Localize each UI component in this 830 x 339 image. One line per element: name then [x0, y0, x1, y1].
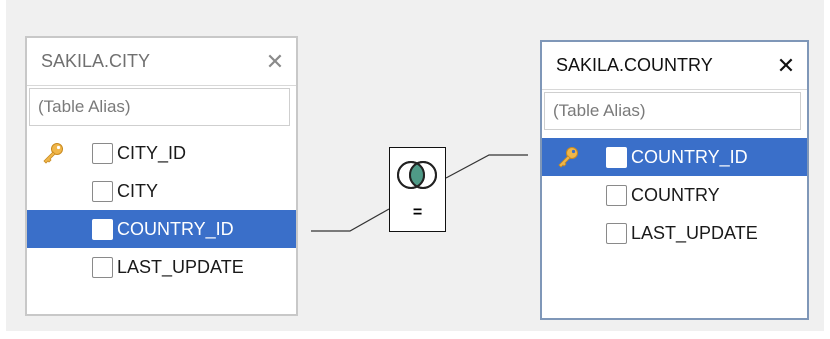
column-checkbox[interactable]	[606, 184, 627, 206]
column-checkbox[interactable]	[92, 256, 113, 278]
column-row-country-id[interactable]: COUNTRY_ID	[542, 138, 807, 176]
primary-key-icon	[43, 143, 63, 164]
column-checkbox[interactable]	[606, 222, 627, 244]
join-line-left	[311, 208, 390, 232]
table-alias-input[interactable]: (Table Alias)	[544, 92, 801, 130]
table-title: SAKILA.CITY	[41, 51, 151, 71]
column-name: COUNTRY_ID	[631, 146, 748, 167]
column-name: COUNTRY_ID	[117, 218, 234, 239]
column-row-city-id[interactable]: CITY_ID	[27, 134, 296, 172]
join-node[interactable]: =	[389, 147, 446, 232]
table-header[interactable]: SAKILA.COUNTRY ✕	[542, 42, 807, 90]
join-line-right	[445, 154, 528, 179]
column-name: CITY_ID	[117, 142, 187, 163]
column-name: CITY	[117, 180, 159, 201]
column-name: LAST_UPDATE	[631, 222, 758, 243]
column-row-country-id[interactable]: COUNTRY_ID	[27, 210, 296, 248]
column-list: COUNTRY_ID COUNTRY LAST_UPDATE	[542, 138, 807, 252]
table-box-country[interactable]: SAKILA.COUNTRY ✕ (Table Alias) COUNTRY_I…	[540, 40, 809, 320]
column-name: COUNTRY	[631, 184, 720, 205]
column-name: LAST_UPDATE	[117, 256, 244, 277]
table-alias-input[interactable]: (Table Alias)	[29, 88, 290, 126]
table-box-city[interactable]: SAKILA.CITY ✕ (Table Alias) CITY_ID CITY…	[25, 36, 298, 316]
column-list: CITY_ID CITY COUNTRY_ID LAST_UPDATE	[27, 134, 296, 286]
column-checkbox[interactable]	[92, 142, 113, 164]
primary-key-icon	[558, 147, 578, 168]
column-row-last-update[interactable]: LAST_UPDATE	[542, 214, 807, 252]
table-header[interactable]: SAKILA.CITY ✕	[27, 38, 296, 86]
column-checkbox[interactable]	[92, 180, 113, 202]
column-row-city[interactable]: CITY	[27, 172, 296, 210]
column-row-last-update[interactable]: LAST_UPDATE	[27, 248, 296, 286]
join-operator: =	[412, 204, 423, 221]
column-row-country[interactable]: COUNTRY	[542, 176, 807, 214]
column-checkbox[interactable]	[606, 146, 627, 168]
column-checkbox[interactable]	[92, 218, 113, 240]
close-icon[interactable]: ✕	[258, 45, 292, 79]
inner-join-venn-icon	[397, 161, 437, 189]
table-title: SAKILA.COUNTRY	[556, 55, 713, 75]
close-icon[interactable]: ✕	[769, 49, 803, 83]
